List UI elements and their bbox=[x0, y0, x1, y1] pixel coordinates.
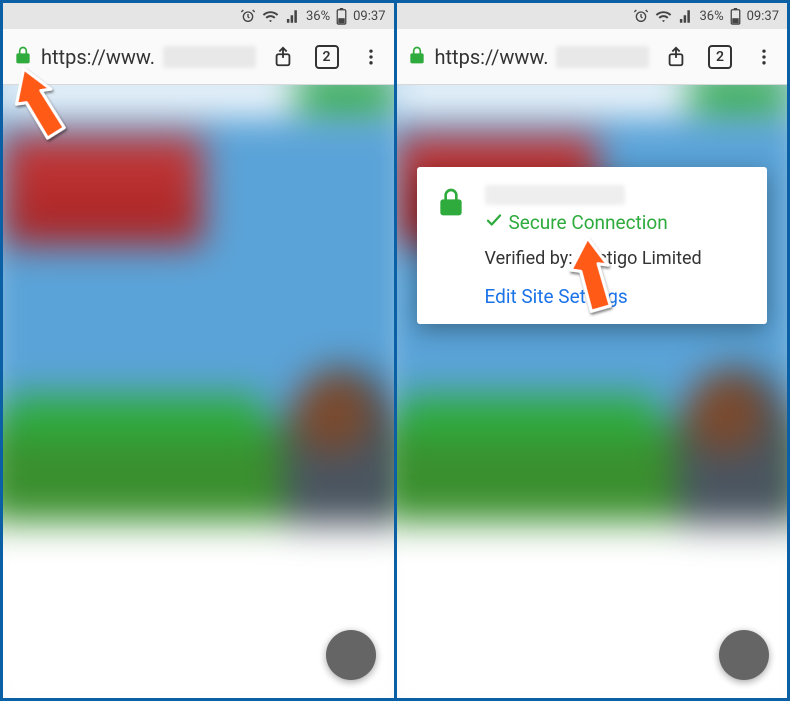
wifi-icon bbox=[262, 8, 279, 25]
signal-icon bbox=[285, 9, 300, 24]
url-redacted bbox=[556, 46, 649, 68]
floating-action-button[interactable] bbox=[326, 630, 376, 680]
site-name-redacted bbox=[485, 185, 625, 205]
phone-right: 36% 09:37 https://www. 2 bbox=[397, 3, 788, 698]
tabs-button[interactable]: 2 bbox=[310, 40, 344, 74]
url-redacted bbox=[163, 46, 256, 68]
tabs-button[interactable]: 2 bbox=[703, 40, 737, 74]
verified-by-label: Verified by: Sectigo Limited bbox=[485, 248, 750, 269]
tabs-count: 2 bbox=[716, 49, 724, 65]
clock-time: 09:37 bbox=[353, 9, 385, 24]
site-security-popup: Secure Connection Verified by: Sectigo L… bbox=[417, 167, 768, 324]
share-button[interactable] bbox=[266, 40, 300, 74]
alarm-icon bbox=[633, 8, 649, 24]
url-scheme-host: https://www. bbox=[435, 45, 549, 69]
battery-percent: 36% bbox=[699, 9, 723, 24]
edit-site-settings-link[interactable]: Edit Site Settings bbox=[485, 285, 750, 308]
alarm-icon bbox=[240, 8, 256, 24]
tutorial-two-panel: 36% 09:37 https://www. 2 bbox=[0, 0, 790, 701]
status-bar: 36% 09:37 bbox=[3, 3, 394, 29]
blurred-page-background bbox=[3, 85, 394, 698]
browser-toolbar: https://www. 2 bbox=[3, 29, 394, 85]
webpage-viewport[interactable] bbox=[3, 85, 394, 698]
phone-left: 36% 09:37 https://www. 2 bbox=[3, 3, 394, 698]
url-scheme-host: https://www. bbox=[41, 45, 155, 69]
wifi-icon bbox=[655, 8, 672, 25]
secure-connection-line: Secure Connection bbox=[485, 211, 750, 234]
floating-action-button[interactable] bbox=[719, 630, 769, 680]
status-bar: 36% 09:37 bbox=[397, 3, 788, 29]
webpage-viewport[interactable]: Secure Connection Verified by: Sectigo L… bbox=[397, 85, 788, 698]
lock-icon[interactable] bbox=[13, 44, 33, 70]
lock-icon[interactable] bbox=[407, 44, 427, 70]
share-button[interactable] bbox=[659, 40, 693, 74]
battery-percent: 36% bbox=[306, 9, 330, 24]
battery-icon bbox=[730, 8, 741, 25]
lock-icon bbox=[435, 185, 467, 223]
address-bar[interactable]: https://www. bbox=[407, 44, 650, 70]
checkmark-icon bbox=[485, 211, 503, 234]
tabs-count: 2 bbox=[323, 49, 331, 65]
address-bar[interactable]: https://www. bbox=[13, 44, 256, 70]
browser-toolbar: https://www. 2 bbox=[397, 29, 788, 85]
battery-icon bbox=[336, 8, 347, 25]
signal-icon bbox=[678, 9, 693, 24]
secure-connection-label: Secure Connection bbox=[509, 211, 668, 234]
overflow-menu-button[interactable] bbox=[354, 40, 388, 74]
overflow-menu-button[interactable] bbox=[747, 40, 781, 74]
clock-time: 09:37 bbox=[747, 9, 779, 24]
